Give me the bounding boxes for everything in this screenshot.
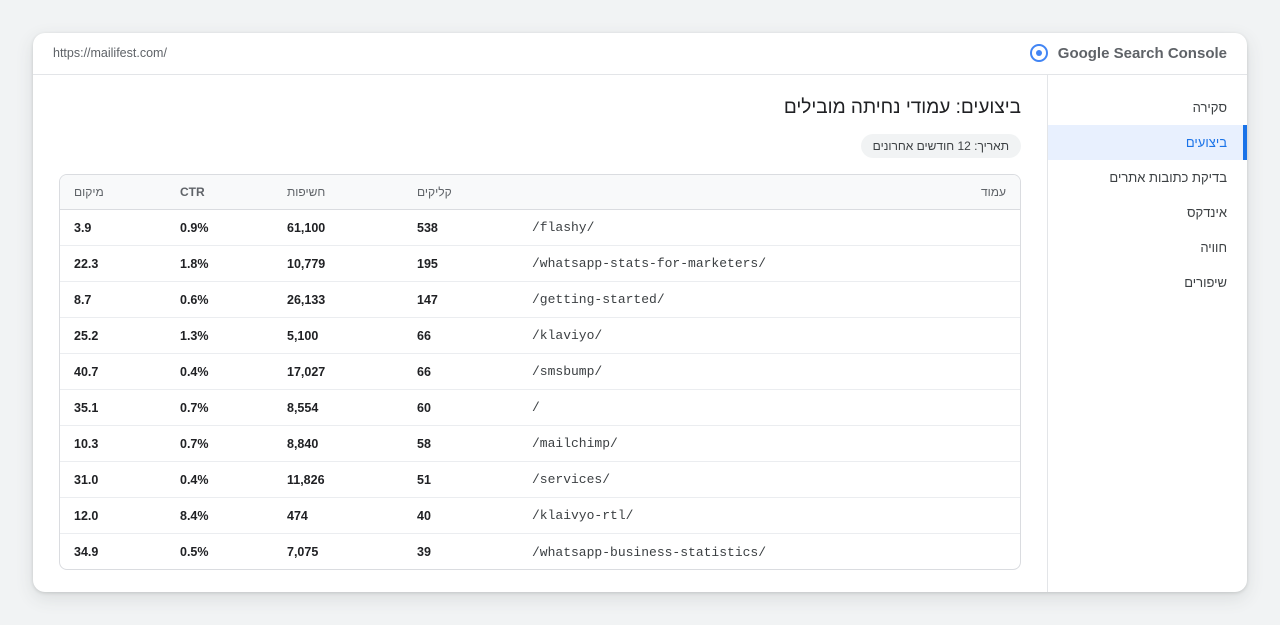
sidebar-item-performance[interactable]: ביצועים bbox=[1048, 125, 1247, 160]
table-row[interactable]: 40.7 0.4% 17,027 66 /smsbump/ bbox=[60, 354, 1020, 390]
cell-position: 12.0 bbox=[74, 508, 99, 523]
site-url[interactable]: https://mailifest.com/ bbox=[53, 46, 167, 60]
sidebar-item-index[interactable]: אינדקס bbox=[1048, 195, 1247, 230]
cell-impressions: 11,826 bbox=[287, 472, 325, 487]
cell-position: 34.9 bbox=[74, 545, 99, 559]
cell-impressions: 7,075 bbox=[287, 545, 319, 559]
cell-clicks: 195 bbox=[417, 256, 438, 271]
cell-clicks: 66 bbox=[417, 328, 431, 343]
cell-impressions: 474 bbox=[287, 508, 308, 523]
sidebar: סקירה ביצועים בדיקת כתובות אתרים אינדקס … bbox=[1047, 75, 1247, 592]
table-row[interactable]: 34.9 0.5% 7,075 39 /whatsapp-business-st… bbox=[60, 534, 1020, 569]
cell-impressions: 26,133 bbox=[287, 292, 326, 307]
cell-page: /whatsapp-business-statistics/ bbox=[532, 544, 767, 560]
header-position[interactable]: מיקום bbox=[74, 175, 104, 209]
cell-clicks: 60 bbox=[417, 400, 431, 415]
radio-target-icon bbox=[1029, 44, 1048, 62]
cell-page: /klaviyo/ bbox=[532, 328, 603, 343]
cell-page: /flashy/ bbox=[532, 220, 595, 235]
brand-name: Google Search Console bbox=[1057, 44, 1227, 62]
sidebar-item-overview[interactable]: סקירה bbox=[1048, 90, 1247, 125]
cell-impressions: 17,027 bbox=[287, 364, 326, 379]
table-row[interactable]: 22.3 1.8% 10,779 195 /whatsapp-stats-for… bbox=[60, 246, 1020, 282]
cell-impressions: 61,100 bbox=[287, 220, 326, 235]
date-filter-chip[interactable]: תאריך: 12 חודשים אחרונים bbox=[860, 134, 1021, 158]
cell-ctr: 1.3% bbox=[180, 328, 209, 343]
landing-pages-table: מיקום CTR חשיפות קליקים עמוד 3.9 0.9% 61… bbox=[59, 174, 1021, 570]
table-row[interactable]: 8.7 0.6% 26,133 147 /getting-started/ bbox=[60, 282, 1020, 318]
header-ctr[interactable]: CTR bbox=[180, 175, 205, 209]
sidebar-item-enhancements[interactable]: שיפורים bbox=[1048, 265, 1247, 300]
table-row[interactable]: 10.3 0.7% 8,840 58 /mailchimp/ bbox=[60, 426, 1020, 462]
header-page[interactable]: עמוד bbox=[981, 175, 1006, 209]
cell-ctr: 0.7% bbox=[180, 436, 209, 451]
cell-ctr: 0.4% bbox=[180, 472, 209, 487]
cell-clicks: 39 bbox=[417, 545, 431, 559]
table-row[interactable]: 25.2 1.3% 5,100 66 /klaviyo/ bbox=[60, 318, 1020, 354]
cell-ctr: 0.9% bbox=[180, 220, 209, 235]
cell-ctr: 0.6% bbox=[180, 292, 209, 307]
table-row[interactable]: 35.1 0.7% 8,554 60 / bbox=[60, 390, 1020, 426]
cell-position: 35.1 bbox=[74, 400, 99, 415]
cell-position: 40.7 bbox=[74, 364, 99, 379]
table-header: מיקום CTR חשיפות קליקים עמוד bbox=[60, 175, 1020, 210]
cell-ctr: 8.4% bbox=[180, 508, 209, 523]
table-row[interactable]: 12.0 8.4% 474 40 /klaivyo-rtl/ bbox=[60, 498, 1020, 534]
cell-position: 31.0 bbox=[74, 472, 99, 487]
cell-clicks: 51 bbox=[417, 472, 431, 487]
cell-ctr: 0.5% bbox=[180, 545, 209, 559]
cell-clicks: 147 bbox=[417, 292, 438, 307]
cell-ctr: 0.7% bbox=[180, 400, 209, 415]
cell-page: / bbox=[532, 400, 540, 415]
cell-impressions: 8,554 bbox=[287, 400, 319, 415]
cell-page: /smsbump/ bbox=[532, 364, 603, 379]
cell-clicks: 40 bbox=[417, 508, 431, 523]
top-bar: https://mailifest.com/ Google Search Con… bbox=[33, 33, 1247, 75]
cell-clicks: 538 bbox=[417, 220, 438, 235]
cell-ctr: 1.8% bbox=[180, 256, 209, 271]
cell-page: /whatsapp-stats-for-marketers/ bbox=[532, 256, 767, 271]
cell-page: /getting-started/ bbox=[532, 292, 665, 307]
page-title: ביצועים: עמודי נחיתה מובילים bbox=[783, 97, 1021, 118]
cell-position: 8.7 bbox=[74, 292, 92, 307]
cell-position: 10.3 bbox=[74, 436, 99, 451]
header-impressions[interactable]: חשיפות bbox=[287, 175, 325, 209]
cell-position: 25.2 bbox=[74, 328, 99, 343]
table-row[interactable]: 31.0 0.4% 11,826 51 /services/ bbox=[60, 462, 1020, 498]
cell-page: /mailchimp/ bbox=[532, 436, 618, 451]
cell-ctr: 0.4% bbox=[180, 364, 209, 379]
table-row[interactable]: 3.9 0.9% 61,100 538 /flashy/ bbox=[60, 210, 1020, 246]
brand[interactable]: Google Search Console bbox=[1029, 44, 1227, 62]
cell-page: /klaivyo-rtl/ bbox=[532, 508, 634, 523]
cell-clicks: 66 bbox=[417, 364, 431, 379]
cell-impressions: 10,779 bbox=[287, 256, 326, 271]
cell-impressions: 5,100 bbox=[287, 328, 319, 343]
main-content: ביצועים: עמודי נחיתה מובילים תאריך: 12 ח… bbox=[59, 75, 1021, 592]
cell-position: 22.3 bbox=[74, 256, 99, 271]
sidebar-item-url-inspection[interactable]: בדיקת כתובות אתרים bbox=[1048, 160, 1247, 195]
cell-position: 3.9 bbox=[74, 220, 92, 235]
header-clicks[interactable]: קליקים bbox=[417, 175, 452, 209]
cell-impressions: 8,840 bbox=[287, 436, 319, 451]
sidebar-item-experience[interactable]: חוויה bbox=[1048, 230, 1247, 265]
cell-clicks: 58 bbox=[417, 436, 431, 451]
cell-page: /services/ bbox=[532, 472, 611, 487]
app-window: https://mailifest.com/ Google Search Con… bbox=[33, 33, 1247, 592]
